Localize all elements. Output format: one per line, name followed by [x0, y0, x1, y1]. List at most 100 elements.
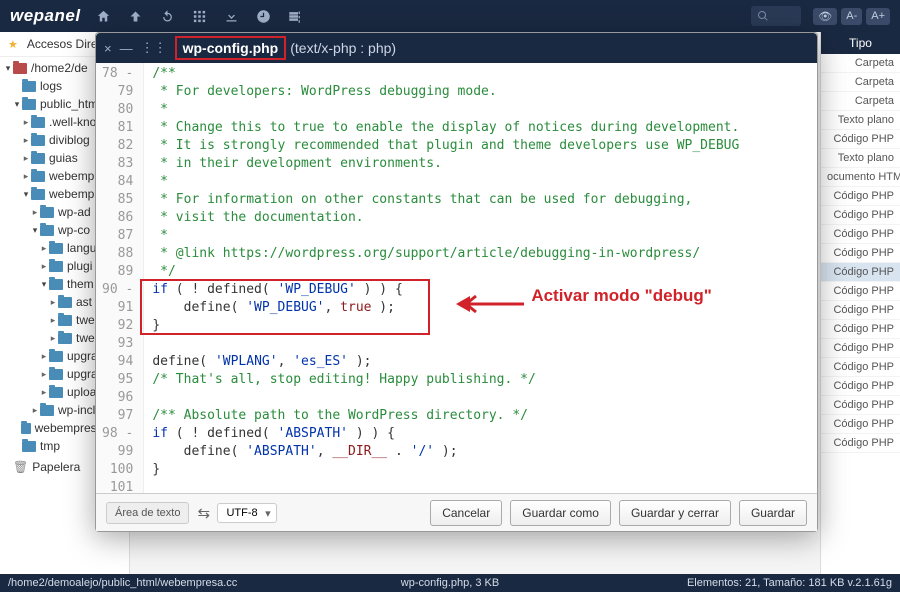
type-cell[interactable]: Código PHP: [821, 187, 900, 206]
grid-icon[interactable]: [192, 8, 208, 24]
type-cell[interactable]: Carpeta: [821, 92, 900, 111]
type-cell[interactable]: Código PHP: [821, 339, 900, 358]
status-path: /home2/demoalejo/public_html/webempresa.…: [8, 577, 237, 589]
code-line[interactable]: * @link https://wordpress.org/support/ar…: [152, 245, 809, 263]
type-cell[interactable]: Código PHP: [821, 396, 900, 415]
chevron-right-icon[interactable]: ▸: [21, 153, 31, 164]
type-cell[interactable]: Código PHP: [821, 130, 900, 149]
code-line[interactable]: * For developers: WordPress debugging mo…: [152, 83, 809, 101]
type-cell[interactable]: Código PHP: [821, 434, 900, 453]
chevron-down-icon[interactable]: ▾: [3, 63, 13, 74]
code-line[interactable]: define( 'ABSPATH', __DIR__ . '/' );: [152, 443, 809, 461]
settings-icon[interactable]: [288, 8, 304, 24]
type-cell[interactable]: Código PHP: [821, 377, 900, 396]
gutter-line: 83: [102, 155, 133, 173]
up-icon[interactable]: [128, 8, 144, 24]
code-line[interactable]: /**: [152, 65, 809, 83]
star-icon: ★: [8, 38, 18, 51]
search-input[interactable]: [751, 6, 801, 26]
chevron-down-icon[interactable]: ▾: [39, 279, 49, 290]
code-line[interactable]: */: [152, 263, 809, 281]
clock-icon[interactable]: [256, 8, 272, 24]
gutter-line: 87: [102, 227, 133, 245]
encoding-select[interactable]: UTF-8: [217, 503, 276, 523]
code-line[interactable]: [152, 479, 809, 493]
home-icon[interactable]: [96, 8, 112, 24]
save-button[interactable]: Guardar: [739, 500, 807, 526]
chevron-right-icon[interactable]: ▸: [39, 369, 49, 380]
code-line[interactable]: * Change this to true to enable the disp…: [152, 119, 809, 137]
chevron-right-icon[interactable]: ▸: [21, 171, 31, 182]
code-line[interactable]: *: [152, 227, 809, 245]
code-line[interactable]: * in their development environments.: [152, 155, 809, 173]
code-line[interactable]: if ( ! defined( 'WP_DEBUG' ) ) {: [152, 281, 809, 299]
code-line[interactable]: [152, 389, 809, 407]
code-line[interactable]: *: [152, 101, 809, 119]
tree-item-label: .well-kno: [49, 115, 96, 129]
type-cell[interactable]: Código PHP: [821, 320, 900, 339]
tree-item-label: twe: [76, 313, 95, 327]
type-cell[interactable]: Código PHP: [821, 225, 900, 244]
type-cell[interactable]: Código PHP: [821, 263, 900, 282]
gutter-line: 78 -: [102, 65, 133, 83]
drag-handle-icon[interactable]: ⋮⋮: [141, 40, 167, 56]
cancel-button[interactable]: Cancelar: [430, 500, 502, 526]
chevron-right-icon[interactable]: ▸: [39, 351, 49, 362]
chevron-right-icon[interactable]: ▸: [30, 405, 40, 416]
type-header[interactable]: Tipo: [821, 32, 900, 54]
minimize-icon[interactable]: —: [120, 41, 133, 56]
code-line[interactable]: if ( ! defined( 'ABSPATH' ) ) {: [152, 425, 809, 443]
chevron-right-icon[interactable]: ▸: [48, 297, 58, 308]
code-line[interactable]: [152, 335, 809, 353]
textarea-mode-label[interactable]: Área de texto: [106, 502, 189, 524]
chevron-right-icon[interactable]: ▸: [39, 261, 49, 272]
chevron-right-icon[interactable]: ▸: [48, 333, 58, 344]
toggle-icon[interactable]: ⇆: [197, 504, 209, 522]
code-line[interactable]: * visit the documentation.: [152, 209, 809, 227]
type-cell[interactable]: Carpeta: [821, 73, 900, 92]
type-cell[interactable]: Código PHP: [821, 301, 900, 320]
chevron-right-icon[interactable]: ▸: [48, 315, 58, 326]
code-line[interactable]: define( 'WP_DEBUG', true );: [152, 299, 809, 317]
save-as-button[interactable]: Guardar como: [510, 500, 611, 526]
code-line[interactable]: }: [152, 461, 809, 479]
code-line[interactable]: * It is strongly recommended that plugin…: [152, 137, 809, 155]
folder-icon: [31, 135, 45, 146]
type-cell[interactable]: Código PHP: [821, 282, 900, 301]
font-increase-button[interactable]: A+: [866, 8, 890, 25]
refresh-icon[interactable]: [160, 8, 176, 24]
type-cell[interactable]: Código PHP: [821, 415, 900, 434]
code-line[interactable]: * For information on other constants tha…: [152, 191, 809, 209]
type-cell[interactable]: Código PHP: [821, 244, 900, 263]
chevron-right-icon[interactable]: ▸: [21, 117, 31, 128]
close-icon[interactable]: ×: [104, 41, 112, 56]
font-decrease-button[interactable]: A-: [841, 8, 862, 25]
chevron-right-icon[interactable]: ▸: [39, 387, 49, 398]
save-close-button[interactable]: Guardar y cerrar: [619, 500, 731, 526]
code-line[interactable]: *: [152, 173, 809, 191]
code-area[interactable]: Activar modo "debug" /** * For developer…: [144, 63, 817, 493]
code-line[interactable]: /** Absolute path to the WordPress direc…: [152, 407, 809, 425]
download-icon[interactable]: [224, 8, 240, 24]
type-cell[interactable]: ocumento HTML: [821, 168, 900, 187]
visibility-toggle-icon[interactable]: 👁: [813, 8, 837, 25]
chevron-right-icon[interactable]: ▸: [21, 135, 31, 146]
chevron-down-icon[interactable]: ▾: [30, 225, 40, 236]
chevron-down-icon[interactable]: ▾: [12, 99, 22, 110]
code-line[interactable]: define( 'WPLANG', 'es_ES' );: [152, 353, 809, 371]
editor-body[interactable]: 78 -798081828384858687888990 -9192939495…: [96, 63, 817, 493]
type-cell[interactable]: Carpeta: [821, 54, 900, 73]
chevron-down-icon[interactable]: ▾: [21, 189, 31, 200]
code-line[interactable]: /* That's all, stop editing! Happy publi…: [152, 371, 809, 389]
type-cell[interactable]: Texto plano: [821, 111, 900, 130]
chevron-right-icon[interactable]: ▸: [39, 243, 49, 254]
chevron-right-icon[interactable]: ▸: [30, 207, 40, 218]
tree-item-label: wp-co: [58, 223, 90, 237]
gutter-line: 90 -: [102, 281, 133, 299]
tree-item-label: diviblog: [49, 133, 90, 147]
type-cell[interactable]: Texto plano: [821, 149, 900, 168]
folder-icon: [49, 369, 63, 380]
code-line[interactable]: }: [152, 317, 809, 335]
type-cell[interactable]: Código PHP: [821, 358, 900, 377]
type-cell[interactable]: Código PHP: [821, 206, 900, 225]
